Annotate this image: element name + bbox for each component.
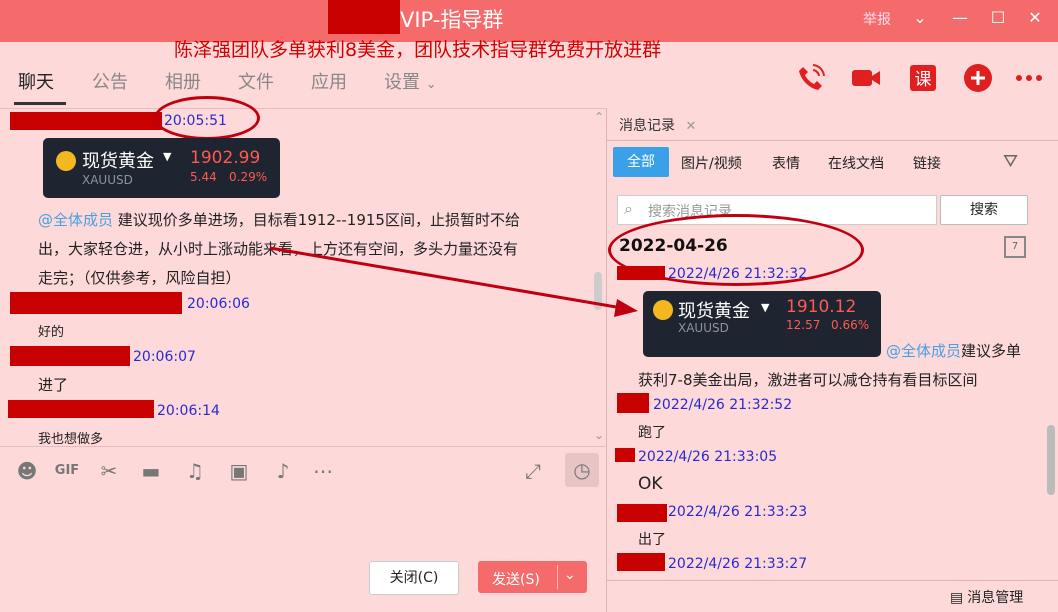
annotation-arrow (269, 246, 638, 317)
